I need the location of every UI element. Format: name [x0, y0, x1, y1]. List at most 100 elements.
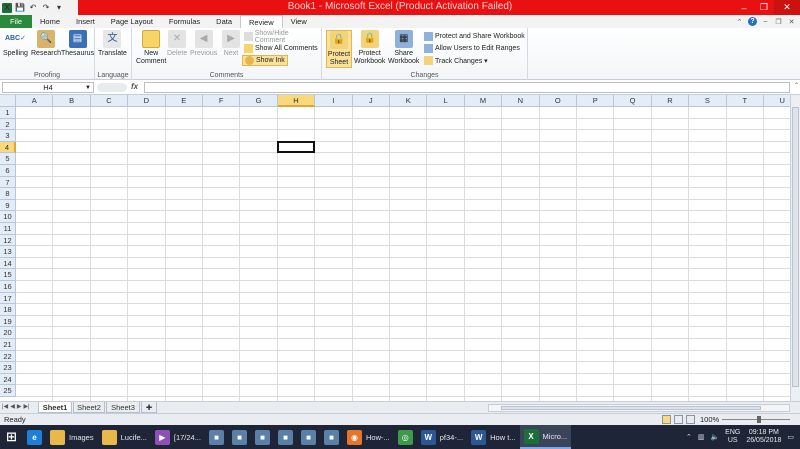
prev-sheet-icon[interactable]: ◀	[10, 403, 15, 410]
notifications-icon[interactable]: ▭	[787, 433, 794, 441]
share-workbook-button[interactable]: ▦ Share Workbook	[388, 30, 419, 66]
vertical-scroll-thumb[interactable]	[792, 107, 799, 387]
row-header-16[interactable]: 16	[0, 281, 16, 293]
row-header-18[interactable]: 18	[0, 304, 16, 316]
protect-workbook-button[interactable]: 🔒 Protect Workbook	[354, 30, 385, 66]
column-header-r[interactable]: R	[651, 95, 690, 107]
expand-formula-bar-icon[interactable]: ⌃	[794, 82, 799, 89]
taskbar-item[interactable]: ▶ [17/24...	[151, 425, 205, 449]
row-header-3[interactable]: 3	[0, 130, 16, 142]
row-header-2[interactable]: 2	[0, 118, 16, 131]
row-header-13[interactable]: 13	[0, 246, 16, 258]
zoom-slider-knob[interactable]	[757, 416, 761, 423]
tab-home[interactable]: Home	[32, 15, 68, 28]
row-header-8[interactable]: 8	[0, 188, 16, 200]
workbook-restore-icon[interactable]: ❐	[774, 17, 783, 26]
column-header-j[interactable]: J	[352, 95, 390, 107]
sheet-tab-sheet2[interactable]: Sheet2	[73, 402, 105, 413]
insert-function-button[interactable]: fx	[131, 82, 138, 91]
row-header-21[interactable]: 21	[0, 339, 16, 351]
vertical-scrollbar[interactable]	[790, 95, 800, 401]
row-header-17[interactable]: 17	[0, 292, 16, 305]
taskbar-item[interactable]: ■	[251, 425, 274, 449]
ribbon-collapse-icon[interactable]: ⌃	[735, 17, 744, 26]
column-header-t[interactable]: T	[726, 95, 764, 107]
taskbar-item[interactable]: ■	[205, 425, 228, 449]
tab-page-layout[interactable]: Page Layout	[103, 15, 161, 28]
taskbar-item[interactable]: Wpf34-...	[417, 425, 467, 449]
row-header-11[interactable]: 11	[0, 223, 16, 235]
restore-button[interactable]: ❐	[754, 0, 774, 15]
horizontal-scroll-thumb[interactable]	[501, 406, 761, 410]
insert-sheet-button[interactable]: ✚	[141, 402, 157, 413]
column-header-p[interactable]: P	[577, 95, 615, 107]
row-header-20[interactable]: 20	[0, 327, 16, 339]
formula-input[interactable]	[144, 82, 790, 93]
row-header-6[interactable]: 6	[0, 165, 16, 177]
network-icon[interactable]: ▥	[698, 433, 705, 441]
help-icon[interactable]: ?	[748, 17, 757, 26]
tab-formulas[interactable]: Formulas	[161, 15, 208, 28]
zoom-slider[interactable]	[722, 419, 790, 420]
sheet-tab-sheet1[interactable]: Sheet1	[38, 402, 72, 413]
worksheet-grid[interactable]: A B C D E F G H I J K L M N O P Q R S T U 1 2 3 4 5 6 7 8 9 10 11 12 13 14…	[0, 95, 800, 401]
close-button[interactable]: ✕	[774, 0, 800, 15]
chevron-up-icon[interactable]: ⌃	[686, 433, 692, 441]
row-header-22[interactable]: 22	[0, 350, 16, 363]
sheet-tab-sheet3[interactable]: Sheet3	[106, 402, 140, 413]
name-box[interactable]: H4 ▼	[2, 82, 94, 93]
workbook-close-icon[interactable]: ✕	[787, 17, 796, 26]
column-header-c[interactable]: C	[90, 95, 129, 107]
taskbar-item[interactable]: ◉ How-...	[343, 425, 394, 449]
first-sheet-icon[interactable]: |◀	[2, 403, 8, 410]
track-changes-button[interactable]: Track Changes ▾	[422, 55, 490, 66]
show-hide-comment-button[interactable]: Show/Hide Comment	[242, 30, 321, 44]
spelling-button[interactable]: ABC✓ Spelling	[3, 30, 28, 58]
taskbar-item[interactable]: ■	[228, 425, 251, 449]
column-header-g[interactable]: G	[240, 95, 278, 107]
taskbar-item[interactable]: X Micro...	[519, 425, 572, 449]
row-header-14[interactable]: 14	[0, 257, 16, 270]
taskbar-item[interactable]: ⊞	[0, 425, 23, 449]
workbook-minimize-icon[interactable]: –	[761, 17, 770, 26]
volume-icon[interactable]: 🔈	[710, 433, 719, 441]
taskbar-item[interactable]: W How t...	[467, 425, 519, 449]
taskbar-item[interactable]: Images	[46, 425, 98, 449]
column-header-i[interactable]: I	[315, 95, 353, 107]
column-header-k[interactable]: K	[390, 95, 428, 107]
row-header-4[interactable]: 4	[0, 141, 16, 154]
new-comment-button[interactable]: New Comment	[136, 30, 166, 66]
last-sheet-icon[interactable]: ▶|	[23, 403, 29, 410]
redo-icon[interactable]: ↷	[41, 3, 51, 13]
page-layout-view-icon[interactable]	[674, 415, 683, 424]
row-header-1[interactable]: 1	[0, 107, 16, 119]
tab-view[interactable]: View	[283, 15, 315, 28]
taskbar-item[interactable]: Lucife...	[98, 425, 151, 449]
taskbar-item[interactable]: e	[23, 425, 46, 449]
column-header-e[interactable]: E	[165, 95, 203, 107]
active-cell[interactable]	[276, 140, 316, 154]
tab-insert[interactable]: Insert	[68, 15, 103, 28]
row-header-15[interactable]: 15	[0, 269, 16, 281]
row-header-24[interactable]: 24	[0, 373, 16, 386]
column-header-d[interactable]: D	[128, 95, 166, 107]
tab-data[interactable]: Data	[208, 15, 240, 28]
column-header-o[interactable]: O	[539, 95, 577, 107]
page-break-view-icon[interactable]	[686, 415, 695, 424]
delete-comment-button[interactable]: ✕ Delete	[167, 30, 187, 58]
column-header-m[interactable]: M	[464, 95, 503, 107]
taskbar-item[interactable]: ■	[274, 425, 297, 449]
show-ink-button[interactable]: Show Ink	[242, 55, 288, 66]
row-header-9[interactable]: 9	[0, 199, 16, 212]
taskbar-item[interactable]: ■	[297, 425, 320, 449]
column-header-l[interactable]: L	[427, 95, 465, 107]
taskbar-item[interactable]: ◎	[394, 425, 417, 449]
row-header-25[interactable]: 25	[0, 385, 16, 397]
horizontal-scrollbar[interactable]	[488, 404, 790, 412]
language-indicator[interactable]: ENG US	[725, 429, 740, 445]
tab-review[interactable]: Review	[240, 15, 283, 28]
column-header-s[interactable]: S	[689, 95, 727, 107]
thesaurus-button[interactable]: ▤ Thesaurus	[61, 30, 94, 58]
column-header-a[interactable]: A	[16, 95, 54, 107]
tab-file[interactable]: File	[0, 15, 32, 28]
